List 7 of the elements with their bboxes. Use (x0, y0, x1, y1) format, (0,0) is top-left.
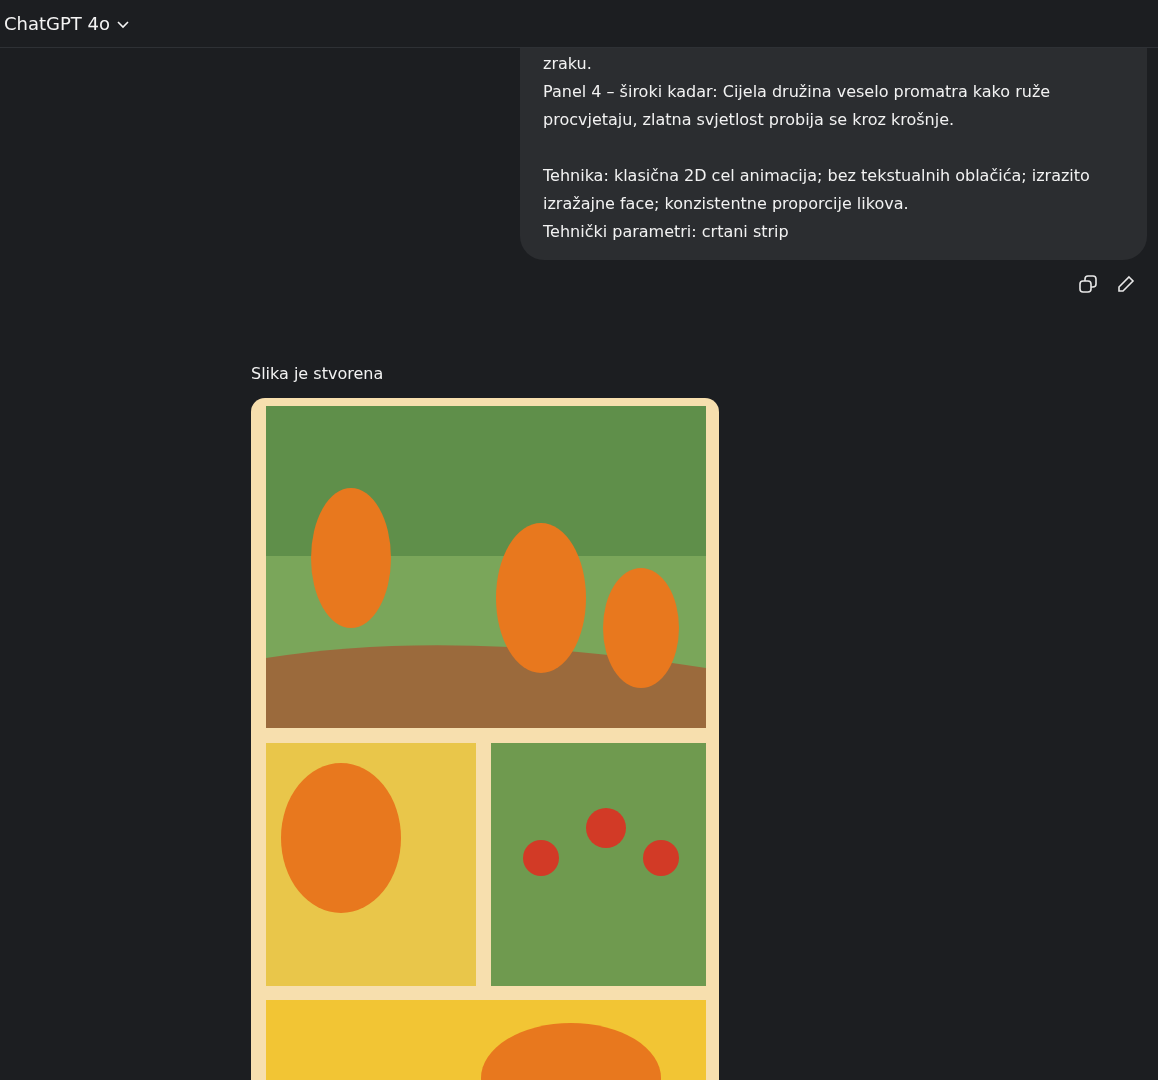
message-text: Tehnika: klasična 2D cel animacija; bez tekstualnih oblačića; izrazito izražajne face; konzistentne proporcije likova. (543, 165, 1091, 215)
message-text: Panel 4 – široki kadar: Cijela družina veselo promatra kako ruže procvjetaju, zlatna svjetlost probija se kroz krošnje. (543, 81, 1052, 131)
model-selector[interactable]: ChatGPT 4o (4, 13, 131, 34)
message-text: zraku. (543, 53, 593, 75)
copy-icon[interactable] (1076, 272, 1100, 296)
status-text: Slika je stvorena (251, 364, 385, 383)
message-text: Tehnički parametri: crtani strip (543, 221, 790, 243)
